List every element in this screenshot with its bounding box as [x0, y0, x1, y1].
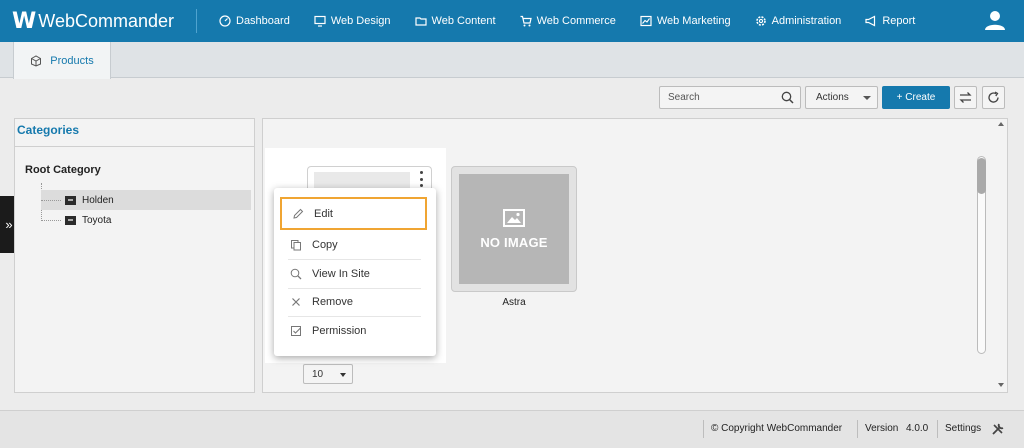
nav-item-web-commerce[interactable]: Web Commerce [508, 0, 628, 42]
close-icon [292, 298, 300, 306]
scroll-down-icon[interactable] [998, 383, 1004, 387]
categories-title: Categories [15, 119, 254, 147]
caret-down-icon [340, 373, 346, 377]
pencil-icon [293, 208, 304, 219]
menu-item-copy[interactable]: Copy [282, 231, 422, 259]
category-item-toyota[interactable]: Toyota [41, 210, 111, 230]
tools-icon[interactable] [991, 422, 1005, 436]
user-icon[interactable] [984, 9, 1006, 31]
nav-item-dashboard[interactable]: Dashboard [207, 0, 302, 42]
footer-divider [937, 420, 938, 438]
menu-item-label: Edit [314, 207, 333, 220]
gear-icon [755, 16, 766, 26]
category-item-holden[interactable]: Holden [41, 190, 251, 210]
logo-mark: W [12, 8, 36, 34]
logo-text: WebCommander [38, 10, 175, 31]
version-number: 4.0.0 [906, 423, 929, 434]
version-label: Version [865, 423, 899, 434]
top-nav-bar: W WebCommander Dashboard Web Design Web … [0, 0, 1024, 42]
nav-divider [196, 9, 197, 33]
tab-label: Products [50, 54, 94, 67]
image-icon [503, 208, 525, 227]
nav-label: Web Content [431, 15, 496, 27]
footer-divider [703, 420, 704, 438]
nav-item-report[interactable]: Report [853, 0, 927, 42]
app-logo[interactable]: W WebCommander [0, 9, 190, 34]
megaphone-icon [865, 15, 876, 27]
category-label: Holden [82, 194, 114, 206]
dashboard-icon [219, 15, 231, 27]
nav-item-web-content[interactable]: Web Content [403, 0, 508, 42]
footer-divider [857, 420, 858, 438]
nav-label: Dashboard [236, 15, 290, 27]
copyright-text: © Copyright WebCommander [711, 423, 843, 434]
menu-item-permission[interactable]: Permission [282, 317, 422, 345]
nav-label: Web Commerce [536, 15, 616, 27]
folder-icon [414, 17, 427, 26]
category-box-icon [65, 195, 76, 205]
swap-button[interactable] [954, 86, 977, 109]
menu-item-edit[interactable]: Edit [280, 197, 427, 230]
menu-item-label: View In Site [312, 268, 370, 280]
root-category[interactable]: Root Category [25, 164, 101, 176]
scrollbar-thumb[interactable] [977, 158, 986, 194]
search-icon[interactable] [781, 91, 794, 104]
nav-label: Web Marketing [656, 15, 731, 27]
actions-dropdown[interactable]: Actions [805, 86, 878, 109]
create-button[interactable]: + Create [882, 86, 950, 109]
cart-icon [520, 15, 532, 27]
tree-connector [41, 219, 61, 221]
tab-strip: Products [0, 42, 1024, 79]
product-image-placeholder: NO IMAGE [459, 174, 569, 284]
product-name[interactable]: Astra [451, 297, 577, 308]
refresh-icon [988, 91, 999, 103]
double-chevron-right-icon: » [5, 217, 13, 232]
no-image-text: NO IMAGE [480, 234, 548, 250]
nav-item-administration[interactable]: Administration [743, 0, 854, 42]
main-nav: Dashboard Web Design Web Content Web Com… [207, 0, 927, 42]
menu-item-view-in-site[interactable]: View In Site [282, 260, 422, 288]
menu-item-label: Remove [312, 296, 353, 308]
scroll-up-icon[interactable] [998, 122, 1004, 126]
copy-icon [291, 240, 301, 251]
tree-connector [41, 199, 61, 201]
swap-icon [959, 92, 972, 103]
search-input[interactable] [668, 92, 778, 103]
nav-label: Administration [771, 15, 842, 27]
magnify-icon [290, 268, 302, 280]
nav-item-web-marketing[interactable]: Web Marketing [628, 0, 743, 42]
nav-label: Report [882, 15, 916, 27]
page-size-value: 10 [312, 368, 324, 380]
tab-products[interactable]: Products [13, 42, 111, 79]
refresh-button[interactable] [982, 86, 1005, 109]
nav-item-web-design[interactable]: Web Design [302, 0, 403, 42]
page-size-select[interactable]: 10 [303, 364, 353, 384]
checkbox-icon [291, 326, 301, 336]
category-label: Toyota [82, 214, 112, 226]
caret-down-icon [863, 96, 871, 100]
monitor-icon [314, 15, 326, 27]
nav-label: Web Design [330, 15, 391, 27]
search-box [659, 86, 801, 109]
product-card-astra[interactable]: NO IMAGE [451, 166, 577, 292]
chart-icon [640, 15, 652, 27]
settings-link[interactable]: Settings [945, 423, 981, 434]
category-box-icon [65, 215, 76, 225]
categories-panel: Categories Root Category Holden Toyota [14, 118, 255, 393]
actions-label: Actions [816, 92, 849, 103]
kebab-menu-icon[interactable] [418, 171, 424, 187]
menu-item-label: Copy [312, 239, 338, 251]
box-icon [31, 54, 42, 67]
menu-item-label: Permission [312, 325, 367, 337]
menu-item-remove[interactable]: Remove [282, 288, 422, 316]
